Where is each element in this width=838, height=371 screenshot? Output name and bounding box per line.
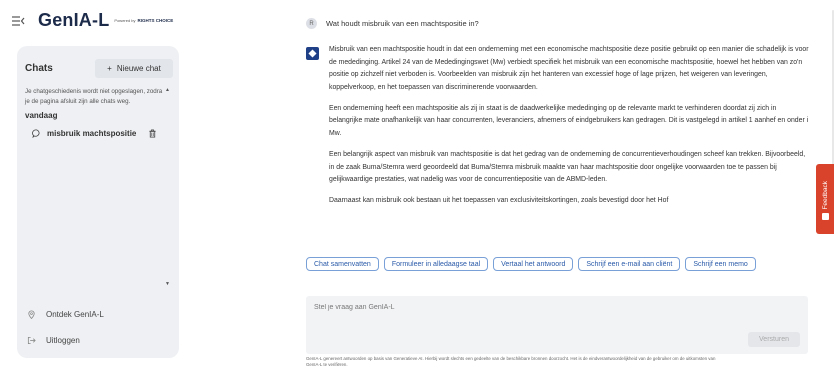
scroll-up-arrow-icon[interactable]: ▲ (165, 87, 170, 93)
answer-paragraph: Een onderneming heeft een machtspositie … (329, 104, 809, 138)
app-logo[interactable]: GenIA-L Powered by RIGHTS CHOICE (38, 10, 173, 31)
top-bar: GenIA-L Powered by RIGHTS CHOICE (0, 0, 290, 44)
question-input[interactable] (314, 304, 734, 324)
logo-text: GenIA-L (38, 10, 110, 30)
plus-icon: + (107, 64, 112, 73)
powered-brand: RIGHTS CHOICE (137, 18, 174, 23)
chat-main: R Wat houdt misbruik van een machtsposit… (290, 0, 838, 371)
diamond-logo-icon (308, 49, 317, 58)
assistant-avatar-icon (306, 47, 319, 60)
chat-item-label: misbruik machtspositie (47, 128, 137, 138)
chip-vertaal-antwoord[interactable]: Vertaal het antwoord (493, 257, 574, 271)
answer-paragraph: Misbruik van een machtspositie houdt in … (329, 46, 809, 91)
chip-formuleer-alledaagse-taal[interactable]: Formuleer in alledaagse taal (383, 257, 489, 271)
chip-schrijf-memo[interactable]: Schrijf een memo (685, 257, 756, 271)
history-notice: Je chatgeschiedenis wordt niet opgeslage… (25, 88, 163, 105)
chats-sidebar: Chats + Nieuwe chat Je chatgeschiedenis … (17, 46, 179, 358)
feedback-label: Feedback (821, 180, 829, 210)
send-button[interactable]: Versturen (748, 332, 800, 347)
answer-paragraph: Een belangrijk aspect van misbruik van m… (329, 151, 806, 184)
new-chat-label: Nieuwe chat (116, 64, 161, 73)
chats-title: Chats (25, 63, 53, 74)
chip-schrijf-email-client[interactable]: Schrijf een e-mail aan cliënt (578, 257, 681, 271)
logout-link[interactable]: Uitloggen (27, 333, 80, 347)
logout-icon (27, 336, 36, 344)
user-message: R Wat houdt misbruik van een machtsposit… (306, 18, 479, 29)
trash-icon[interactable] (148, 129, 157, 138)
new-chat-button[interactable]: + Nieuwe chat (95, 59, 173, 78)
logout-label: Uitloggen (46, 335, 80, 345)
chat-item-misbruik-machtspositie[interactable]: misbruik machtspositie (25, 125, 165, 141)
feedback-tab[interactable]: Feedback (816, 164, 834, 234)
chat-group-today: vandaag (25, 111, 58, 120)
suggestion-chips: Chat samenvatten Formuleer in alledaagse… (306, 257, 786, 271)
discover-link[interactable]: Ontdek GenIA-L (27, 307, 104, 321)
question-input-box: Versturen (306, 296, 808, 354)
collapse-menu-icon[interactable] (11, 14, 25, 28)
assistant-answer: Misbruik van een machtspositie houdt in … (329, 44, 809, 246)
user-question: Wat houdt misbruik van een machtspositie… (326, 19, 479, 28)
user-avatar: R (306, 18, 317, 29)
location-pin-icon (28, 310, 35, 319)
feedback-icon (821, 213, 829, 221)
chat-bubble-icon (32, 128, 40, 138)
answer-paragraph: Daarnaast kan misbruik ook bestaan uit h… (329, 197, 669, 205)
powered-by-text: Powered by (114, 18, 136, 23)
ai-disclaimer: GenIA-L genereert antwoorden op basis va… (306, 356, 716, 367)
chip-chat-samenvatten[interactable]: Chat samenvatten (306, 257, 379, 271)
discover-label: Ontdek GenIA-L (46, 309, 104, 319)
scroll-down-arrow-icon[interactable]: ▼ (165, 281, 170, 287)
